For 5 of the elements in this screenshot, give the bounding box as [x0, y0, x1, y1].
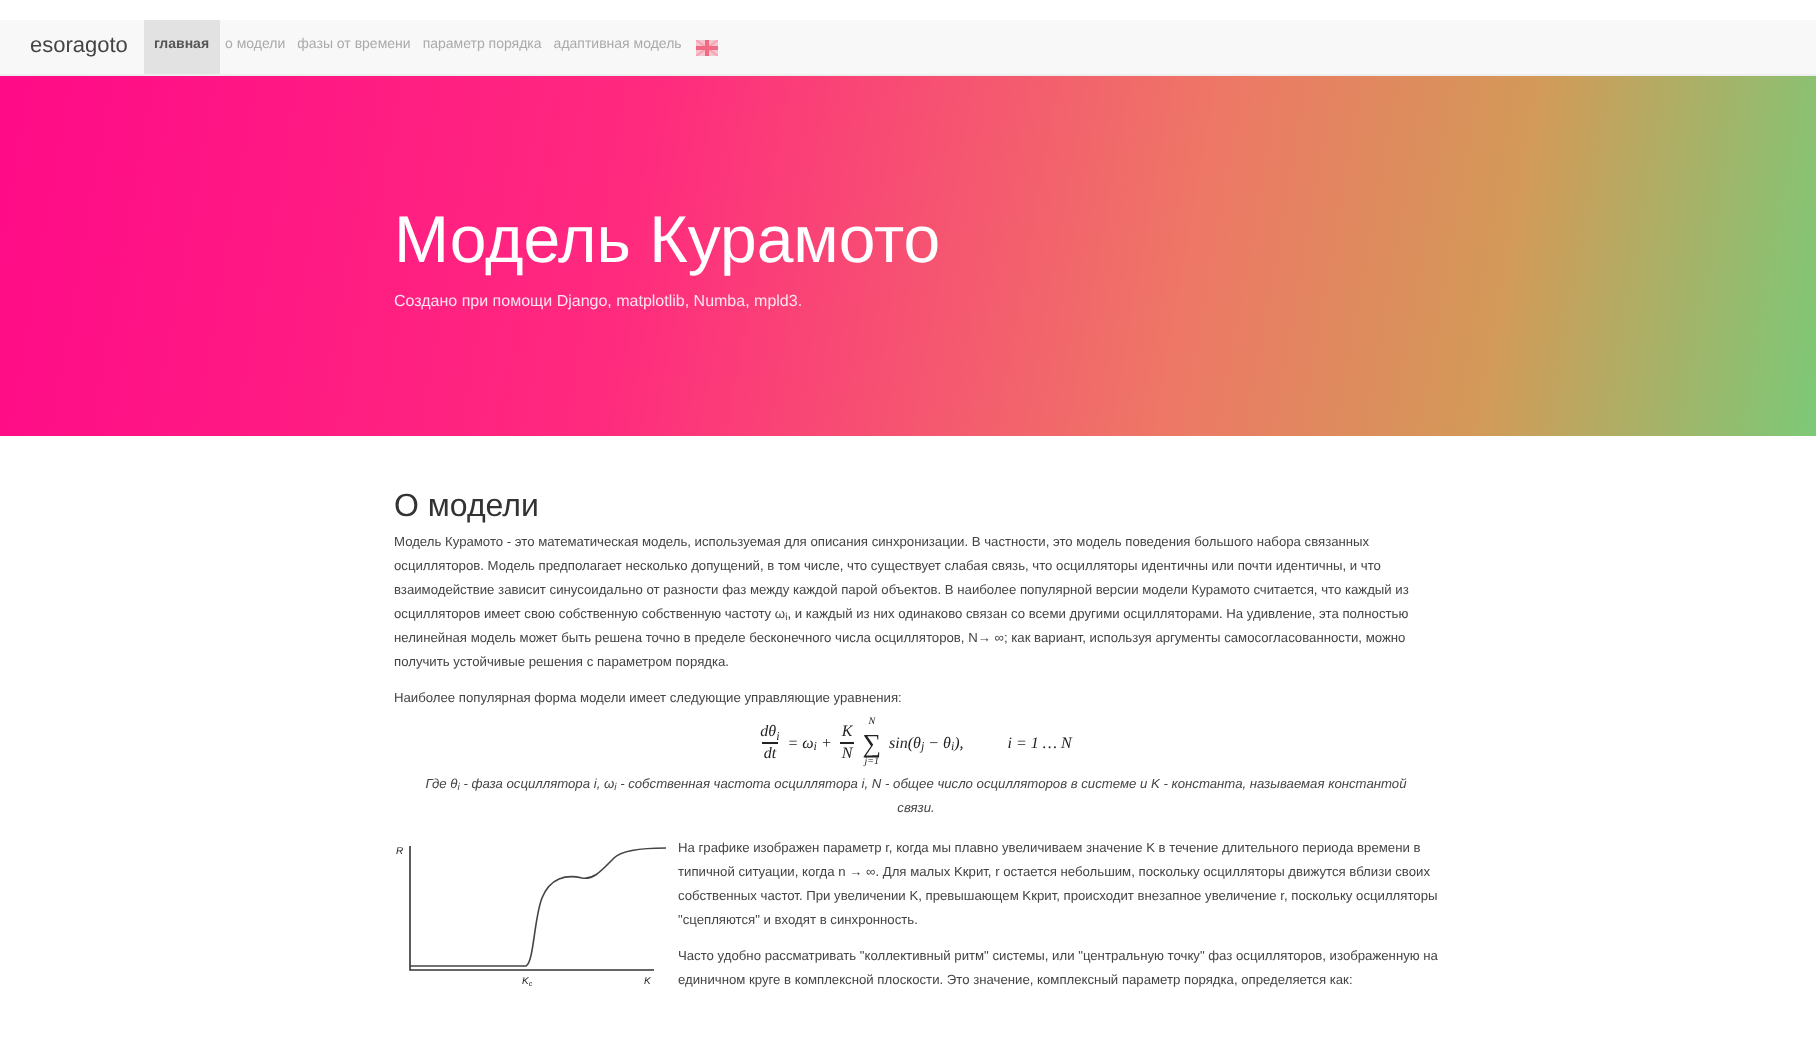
brand-link[interactable]: esoragoto — [30, 30, 128, 64]
flag-icon[interactable] — [695, 39, 718, 55]
hero-title: Модель Курамото — [394, 200, 943, 281]
section-heading: О модели — [394, 488, 541, 528]
hero-subtitle: Создано при помощи Django, matplotlib, Numba, mpld3. — [394, 289, 805, 314]
